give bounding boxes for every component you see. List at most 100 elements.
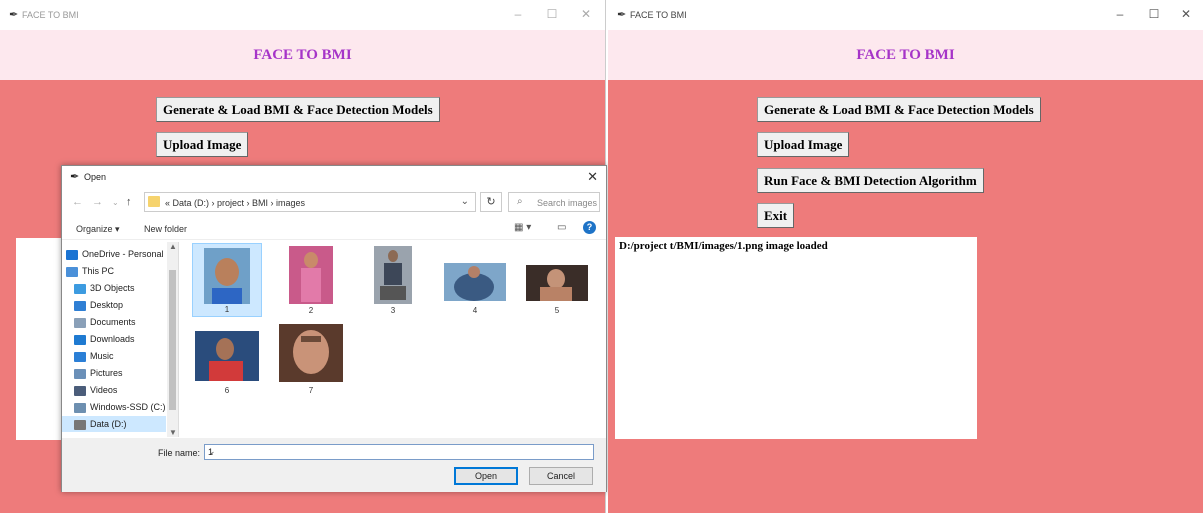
close-icon[interactable]: ✕ [576,7,596,21]
output-textbox[interactable]: D:/project t/BMI/images/1.png image load… [615,237,977,439]
nav-item[interactable]: Documents [62,314,166,330]
nav-item-icon [66,266,78,277]
file-name: 5 [554,306,560,315]
nav-scrollbar[interactable]: ▲ ▼ [167,242,178,437]
right-title-bar: ✒ FACE TO BMI – ☐ ✕ [608,0,1203,30]
photo-thumbnail-icon [289,246,333,304]
feather-icon: ✒ [9,9,19,21]
refresh-icon[interactable]: ↻ [480,192,502,212]
search-input[interactable]: ⌕ Search images [508,192,600,212]
right-app-window: ✒ FACE TO BMI – ☐ ✕ FACE TO BMI Generate… [608,0,1203,513]
file-name: 7 [308,386,314,395]
dialog-toolbar: Organize ▾ New folder ▦ ▾ ▭ ? [62,218,606,240]
run-detection-button[interactable]: Run Face & BMI Detection Algorithm [757,168,984,193]
right-window-title: FACE TO BMI [630,10,687,20]
nav-item[interactable]: Data (D:) [62,416,166,432]
file-name: 1 [224,305,230,314]
scroll-up-icon[interactable]: ▲ [169,242,177,251]
file-tile[interactable]: 4 [440,243,510,317]
maximize-icon[interactable]: ☐ [542,7,562,21]
feather-icon: ✒ [70,171,80,183]
chevron-down-icon[interactable]: ⌄ [208,446,589,457]
search-placeholder: Search images [537,198,598,208]
feather-icon: ✒ [617,9,627,21]
view-options-icon[interactable]: ▦ ▾ [514,222,531,233]
nav-item[interactable]: Videos [62,382,166,398]
nav-item-label: Documents [90,317,136,327]
file-tile[interactable]: 7 [276,323,346,397]
file-tile[interactable]: 3 [358,243,428,317]
nav-item[interactable]: Pictures [62,365,166,381]
nav-item-label: 3D Objects [90,283,135,293]
minimize-icon[interactable]: – [1110,7,1130,21]
nav-item-label: Music [90,351,114,361]
nav-item[interactable]: Windows-SSD (C:) [62,399,166,415]
status-message: D:/project t/BMI/images/1.png image load… [619,240,828,252]
generate-models-button[interactable]: Generate & Load BMI & Face Detection Mod… [757,97,1041,122]
nav-item-icon [74,368,86,379]
scroll-thumb[interactable] [169,270,176,410]
dialog-title-bar: ✒ Open ✕ [62,166,606,188]
cancel-button[interactable]: Cancel [529,467,593,485]
up-arrow-icon[interactable]: ↑ [126,196,132,208]
file-name: 4 [472,306,478,315]
file-name: 6 [224,386,230,395]
dialog-title: Open [84,172,107,182]
dialog-footer: File name: 1 ⌄ Open Cancel [62,438,606,492]
file-name: 2 [308,306,314,315]
nav-item-label: Desktop [90,300,124,310]
recent-dropdown-icon[interactable]: ⌄ [112,198,119,207]
exit-button[interactable]: Exit [757,203,795,228]
new-folder-button[interactable]: New folder [144,224,187,234]
scroll-down-icon[interactable]: ▼ [169,428,177,437]
right-app-header: FACE TO BMI [608,30,1203,80]
organize-menu[interactable]: Organize ▾ [76,224,120,235]
left-window-title: FACE TO BMI [22,10,79,20]
address-path: « Data (D:) › project › BMI › images [165,198,306,208]
file-tile[interactable]: 2 [276,243,346,317]
close-icon[interactable]: ✕ [1176,7,1196,21]
back-arrow-icon[interactable]: ← [72,196,83,208]
file-name: 3 [390,306,396,315]
nav-item[interactable]: 3D Objects [62,280,166,296]
forward-arrow-icon[interactable]: → [92,196,103,208]
nav-item-icon [74,300,86,311]
nav-item-icon [74,317,86,328]
left-app-header: FACE TO BMI [0,30,605,80]
nav-item-icon [74,385,86,396]
address-bar[interactable]: « Data (D:) › project › BMI › images ⌄ [144,192,476,212]
nav-item[interactable]: Downloads [62,331,166,347]
open-file-dialog: ✒ Open ✕ ← → ⌄ ↑ « Data (D:) › project ›… [61,165,607,492]
dialog-navigation-row: ← → ⌄ ↑ « Data (D:) › project › BMI › im… [62,192,606,214]
help-icon[interactable]: ? [583,221,596,234]
nav-item-icon [74,402,86,413]
nav-item-label: Videos [90,385,118,395]
photo-thumbnail-icon [374,246,412,304]
nav-item-icon [66,249,78,260]
upload-image-button[interactable]: Upload Image [156,132,249,157]
nav-item-label: This PC [82,266,115,276]
filename-label: File name: [158,448,201,458]
open-button[interactable]: Open [454,467,518,485]
nav-item-icon [74,334,86,345]
generate-models-button[interactable]: Generate & Load BMI & Face Detection Mod… [156,97,440,122]
dialog-close-icon[interactable]: ✕ [587,169,598,185]
chevron-down-icon[interactable]: ⌄ [461,196,469,207]
nav-item-label: Downloads [90,334,135,344]
file-tile[interactable]: 1 [192,243,262,317]
nav-item-label: OneDrive - Personal [82,249,164,259]
filename-input[interactable]: 1 ⌄ [204,444,594,460]
folder-icon [148,196,160,207]
photo-thumbnail-icon [204,248,250,304]
minimize-icon[interactable]: – [508,7,528,21]
file-tile[interactable]: 5 [522,243,592,317]
preview-pane-icon[interactable]: ▭ [557,222,566,233]
file-tile[interactable]: 6 [192,323,262,397]
nav-item[interactable]: This PC [62,263,166,279]
upload-image-button[interactable]: Upload Image [757,132,850,157]
nav-item[interactable]: OneDrive - Personal [62,246,166,262]
nav-item[interactable]: Music [62,348,166,364]
nav-item[interactable]: Desktop [62,297,166,313]
photo-thumbnail-icon [279,324,343,382]
maximize-icon[interactable]: ☐ [1144,7,1164,21]
